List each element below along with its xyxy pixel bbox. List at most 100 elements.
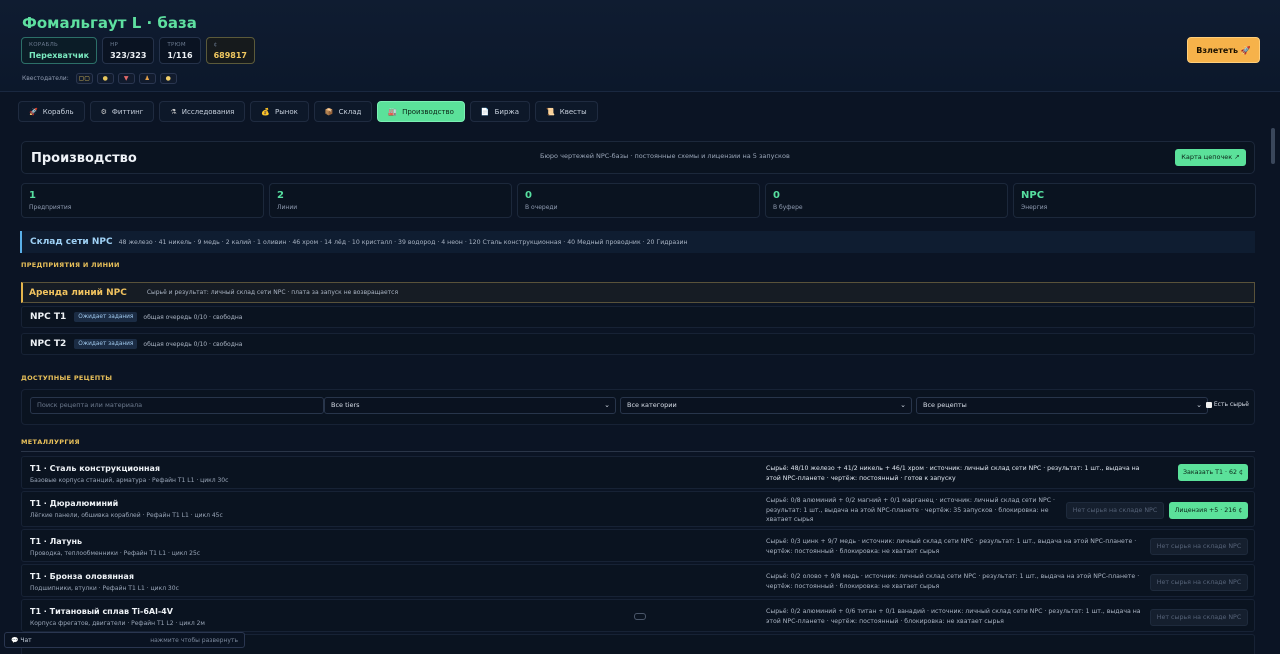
tab-label: Квесты	[559, 107, 587, 116]
tier-select[interactable]: Все tiers ⌄	[324, 397, 616, 414]
questgiver-chip[interactable]: ▢▢	[75, 73, 93, 84]
tab-storage[interactable]: 📦 Склад	[313, 101, 373, 122]
line-queue: общая очередь 0/10 · свободна	[143, 340, 243, 348]
page-title: Фомальгаут L · база	[22, 14, 197, 32]
no-raw-button[interactable]: Нет сырья на складе NPC	[1150, 574, 1248, 591]
chain-map-button[interactable]: Карта цепочек ↗	[1175, 149, 1246, 166]
stat-value: 323/323	[110, 51, 147, 60]
recipe-info: Сырьё: 0/2 олово + 9/8 медь · источник: …	[766, 573, 1140, 590]
chat-bar[interactable]: 💬 Чат нажмите чтобы развернуть	[4, 632, 245, 648]
chevron-down-icon: ⌄	[900, 401, 906, 409]
chevron-down-icon: ⌄	[1196, 401, 1202, 409]
recipe-info: Сырьё: 0/2 алюминий + 0/6 титан + 0/1 ва…	[766, 608, 1141, 625]
rent-text: Сырьё и результат: личный склад сети NPC…	[146, 289, 399, 296]
recipe-desc: Базовые корпуса станций, арматура · Рефа…	[30, 477, 229, 484]
questgiver-chip[interactable]: ●	[159, 73, 177, 84]
status-badge: Ожидает задания	[74, 312, 138, 322]
tab-label: Корабль	[42, 107, 74, 116]
ship-stats: КОРАБЛЬ Перехватчик HP 323/323 ТРЮМ 1/11…	[21, 37, 255, 64]
box-icon: 📦	[324, 107, 334, 116]
recipe-desc: Проводка, теплообменники · Рефайн T1 L1 …	[30, 550, 201, 557]
line-name: NPC T2	[30, 339, 67, 349]
recipe-info: Сырьё: 48/10 железо + 41/2 никель + 46/1…	[766, 465, 1140, 482]
recipe-card: T1 · Дюралюминий Лёгкие панели, обшивка …	[21, 491, 1255, 527]
metric-value: 1	[29, 190, 36, 201]
stat-hp: HP 323/323	[102, 37, 155, 64]
stat-label: ТРЮМ	[167, 42, 186, 48]
recipe-name: T1 · Дюралюминий	[30, 499, 119, 508]
questgivers: Квестодатели: ▢▢ ● ▼ ♟ ●	[22, 73, 177, 84]
checkbox-box[interactable]	[1205, 401, 1212, 408]
status-badge: Ожидает задания	[74, 339, 138, 349]
tab-label: Исследования	[181, 107, 235, 116]
recipe-card: T1 · Сталь конструкционная Базовые корпу…	[21, 456, 1255, 489]
license-button[interactable]: Лицензия +5 · 216 ¢	[1169, 502, 1248, 519]
select-value: Все категории	[627, 401, 677, 409]
metric-card: 1 Предприятия	[21, 183, 264, 218]
select-value: Все рецепты	[923, 401, 967, 409]
production-line[interactable]: NPC T1 Ожидает задания общая очередь 0/1…	[21, 306, 1255, 328]
recipe-name: T1 · Латунь	[30, 537, 83, 546]
recipe-name: T1 · Сталь конструкционная	[30, 464, 161, 473]
metric-card: NPC Энергия	[1013, 183, 1256, 218]
metric-label: Линии	[277, 204, 298, 211]
tab-research[interactable]: ⚗ Исследования	[159, 101, 246, 122]
tab-label: Производство	[402, 107, 454, 116]
questgiver-chip[interactable]: ▼	[117, 73, 135, 84]
factory-icon: 🏭	[388, 107, 398, 116]
flask-icon: ⚗	[170, 107, 177, 116]
stat-ship: КОРАБЛЬ Перехватчик	[21, 37, 98, 64]
production-subtitle: Бюро чертежей NPC-базы · постоянные схем…	[540, 152, 790, 160]
questgivers-label: Квестодатели:	[22, 75, 69, 82]
recipe-desc: Лёгкие панели, обшивка кораблей · Рефайн…	[30, 512, 223, 519]
tab-market[interactable]: 💰 Рынок	[250, 101, 309, 122]
tab-production[interactable]: 🏭 Производство	[377, 101, 465, 122]
tab-ship[interactable]: 🚀 Корабль	[18, 101, 85, 122]
recipe-info: Сырьё: 0/3 цинк + 9/7 медь · источник: л…	[766, 538, 1137, 555]
chat-hint: нажмите чтобы развернуть	[150, 636, 238, 644]
recipe-name: T1 · Бронза оловянная	[30, 572, 134, 581]
production-panel: Производство Бюро чертежей NPC-базы · по…	[17, 131, 1262, 654]
recipe-card: T1 · Латунь Проводка, теплообменники · Р…	[21, 529, 1255, 562]
questgiver-chip[interactable]: ●	[96, 73, 114, 84]
stat-label: HP	[110, 42, 119, 48]
scroll-icon: 📜	[546, 107, 555, 116]
line-queue: общая очередь 0/10 · свободна	[143, 313, 243, 321]
page-scrollbar[interactable]	[1271, 128, 1275, 164]
tab-exchange[interactable]: 📄 Биржа	[469, 101, 531, 122]
production-header: Производство Бюро чертежей NPC-базы · по…	[21, 141, 1255, 174]
section-enterprises: ПРЕДПРИЯТИЯ И ЛИНИИ	[21, 261, 120, 269]
no-raw-button[interactable]: Нет сырья на складе NPC	[1150, 538, 1248, 555]
metric-card: 0 В буфере	[765, 183, 1008, 218]
production-line[interactable]: NPC T2 Ожидает задания общая очередь 0/1…	[21, 333, 1255, 355]
section-divider	[21, 451, 1255, 452]
no-raw-button[interactable]: Нет сырья на складе NPC	[1066, 502, 1164, 519]
category-select[interactable]: Все категории ⌄	[620, 397, 912, 414]
tab-fitting[interactable]: ⚙ Фиттинг	[89, 101, 155, 122]
tab-quests[interactable]: 📜 Квесты	[535, 101, 598, 122]
line-name: NPC T1	[30, 312, 67, 322]
chat-label: 💬 Чат	[11, 636, 32, 644]
order-button[interactable]: Заказать T1 · 62 ¢	[1178, 464, 1248, 481]
tab-label: Биржа	[494, 107, 520, 116]
npc-stock-bar: Склад сети NPC 48 железо · 41 никель · 9…	[20, 231, 1255, 253]
no-raw-button[interactable]: Нет сырья на складе NPC	[1150, 609, 1248, 626]
questgiver-chip[interactable]: ♟	[138, 73, 156, 84]
gear-icon: ⚙	[100, 107, 107, 116]
base-header: Фомальгаут L · база КОРАБЛЬ Перехватчик …	[0, 0, 1280, 92]
recipe-name: T1 · Титановый сплав Ti-6Al-4V	[30, 607, 173, 616]
recipe-search-input[interactable]: Поиск рецепта или материала	[30, 397, 324, 414]
tab-label: Рынок	[275, 107, 298, 116]
takeoff-button[interactable]: Взлететь 🚀	[1187, 37, 1260, 63]
metric-card: 0 В очереди	[517, 183, 760, 218]
metric-card: 2 Линии	[269, 183, 512, 218]
rocket-icon: 🚀	[29, 107, 38, 116]
recipe-filters: Поиск рецепта или материала Все tiers ⌄ В…	[21, 389, 1255, 425]
stat-label: ¢	[213, 42, 218, 48]
recipe-type-select[interactable]: Все рецепты ⌄	[916, 397, 1208, 414]
has-raw-checkbox[interactable]: Есть сырьё	[1205, 401, 1249, 408]
section-metallurgy: МЕТАЛЛУРГИЯ	[21, 438, 80, 446]
rent-title: Аренда линий NPC	[29, 287, 127, 298]
document-icon: 📄	[480, 107, 490, 116]
recipe-card: T1 · Бронза оловянная Подшипники, втулки…	[21, 564, 1255, 597]
